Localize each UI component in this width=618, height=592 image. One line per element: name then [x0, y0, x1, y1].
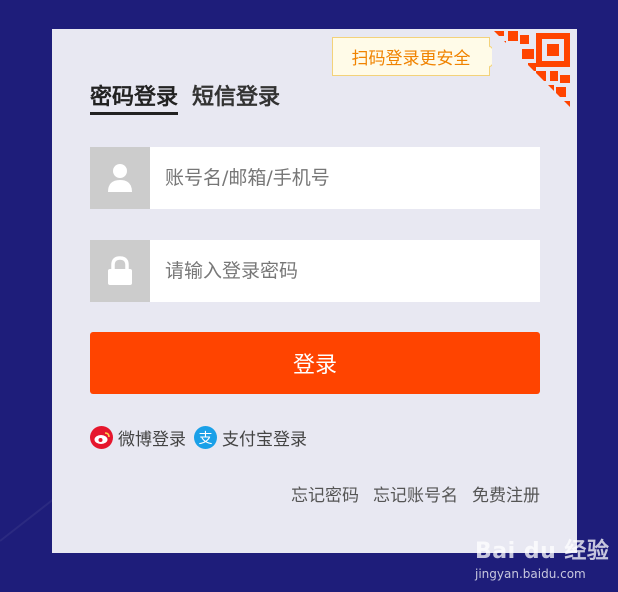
account-links: 忘记密码 忘记账号名 免费注册	[277, 481, 540, 506]
user-icon	[90, 147, 150, 209]
forgot-account-link[interactable]: 忘记账号名	[373, 481, 458, 506]
alipay-icon: 支	[194, 426, 217, 449]
third-party-login: 微博登录 支 支付宝登录	[90, 425, 315, 450]
qr-login-tip[interactable]: 扫码登录更安全	[332, 37, 490, 76]
watermark-url: jingyan.baidu.com	[475, 567, 586, 581]
tab-password-login[interactable]: 密码登录	[90, 79, 179, 115]
account-input[interactable]	[150, 148, 540, 208]
login-button[interactable]: 登录	[90, 332, 540, 394]
register-link[interactable]: 免费注册	[472, 481, 540, 506]
login-panel: 扫码登录更安全 密码登录 短信登录 账号名/邮箱/手机号 登录 微博登录 支 支…	[52, 29, 577, 553]
password-field	[90, 240, 540, 302]
lock-icon	[90, 240, 150, 302]
qr-login-tip-label: 扫码登录更安全	[351, 49, 471, 69]
watermark: Bai du 经验 jingyan.baidu.com	[475, 533, 609, 581]
qr-code-icon[interactable]	[492, 29, 577, 114]
alipay-login-link[interactable]: 支 支付宝登录	[194, 425, 307, 450]
password-input[interactable]	[150, 241, 540, 301]
forgot-password-link[interactable]: 忘记密码	[291, 481, 359, 506]
account-field	[90, 147, 540, 209]
alipay-login-label: 支付宝登录	[222, 430, 307, 450]
login-tabs: 密码登录 短信登录	[90, 79, 294, 115]
weibo-login-label: 微博登录	[118, 430, 186, 450]
watermark-brand: Bai du 经验	[475, 539, 610, 564]
weibo-icon	[90, 426, 113, 449]
weibo-login-link[interactable]: 微博登录	[90, 425, 186, 450]
tab-sms-login[interactable]: 短信登录	[192, 79, 280, 115]
